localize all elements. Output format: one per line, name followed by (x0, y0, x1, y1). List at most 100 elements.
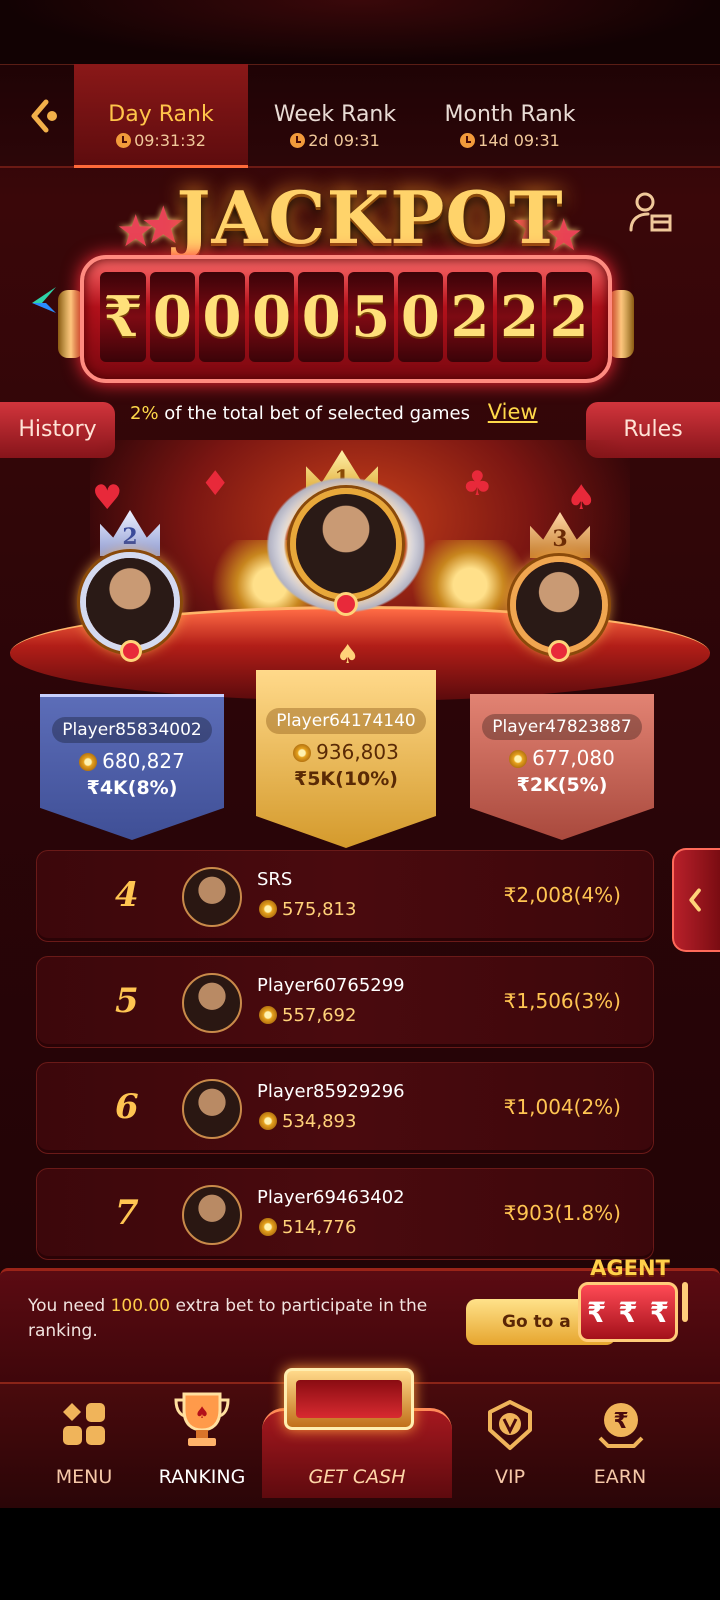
list-item[interactable]: 7 Player69463402 514,776 ₹903(1.8%) (36, 1168, 654, 1260)
player-prize: ₹4K(8%) (86, 777, 178, 799)
player-name: Player85834002 (52, 717, 212, 743)
tab-month-rank[interactable]: Month Rank 14d 09:31 (425, 64, 595, 168)
nav-ranking-label: RANKING (158, 1466, 246, 1488)
tab-week-rank-label: Week Rank (273, 102, 397, 127)
svg-text:♠: ♠ (195, 1403, 209, 1422)
jackpot-percent: 2% (130, 403, 159, 424)
nav-get-cash-label: GET CASH (308, 1466, 406, 1488)
podium-rank-number: 3 (552, 526, 568, 552)
coins-value: 557,692 (282, 1005, 357, 1026)
coins-value: 677,080 (532, 746, 615, 770)
list-item[interactable]: 6 Player85929296 534,893 ₹1,004(2%) (36, 1062, 654, 1154)
player-coins: 534,893 (259, 1111, 356, 1132)
clock-icon (116, 133, 132, 148)
jackpot-digit: 0 (248, 272, 295, 362)
participate-message: You need 100.00 extra bet to participate… (28, 1294, 448, 1344)
status-area (0, 0, 720, 64)
tab-month-rank-label: Month Rank (444, 102, 576, 127)
ruby-gem-icon (120, 640, 142, 662)
spade-suit-icon: ♠ (566, 478, 597, 518)
player-prize: ₹1,506(3%) (503, 989, 621, 1013)
player-coins: 575,813 (259, 899, 356, 920)
jackpot-digit: 0 (149, 272, 196, 362)
rank-number: 5 (115, 981, 139, 1021)
player-name: Player69463402 (257, 1187, 405, 1208)
nav-vip[interactable]: VIP (450, 1390, 570, 1500)
heart-suit-icon: ♥ (92, 478, 123, 518)
ruby-gem-icon (548, 640, 570, 662)
timer-text: 14d 09:31 (478, 131, 560, 150)
clock-icon (290, 133, 306, 148)
user-gift-icon[interactable] (628, 190, 674, 236)
nav-earn[interactable]: ₹ EARN (560, 1390, 680, 1500)
svg-text:₹: ₹ (613, 1409, 628, 1434)
agent-button[interactable]: ₹ ₹ ₹ (578, 1282, 678, 1342)
chevron-left-icon (689, 888, 701, 912)
player-coins: 680,827 (40, 749, 224, 773)
avatar (182, 867, 242, 927)
participate-prefix: You need (28, 1296, 106, 1316)
tab-day-rank-label: Day Rank (108, 102, 214, 127)
rupee-reel: ₹ (649, 1295, 670, 1329)
menu-grid-icon (63, 1403, 105, 1445)
player-coins: 514,776 (259, 1217, 356, 1238)
player-name: Player85929296 (257, 1081, 405, 1102)
avatar[interactable] (296, 494, 396, 594)
club-suit-icon: ♣ (462, 464, 493, 504)
player-name: SRS (257, 869, 293, 890)
jackpot-digit: 0 (397, 272, 444, 362)
slot-lever (682, 1282, 688, 1322)
jackpot-description: of the total bet of selected games (164, 403, 471, 424)
tab-month-rank-timer: 14d 09:31 (425, 131, 595, 150)
feather-logo-icon (32, 287, 56, 313)
coin-icon (293, 744, 312, 762)
earn-rupee-icon: ₹ (598, 1403, 644, 1448)
avatar[interactable] (86, 558, 174, 646)
rank-number: 4 (115, 875, 139, 915)
jackpot-digit: 2 (496, 272, 543, 362)
player-coins: 936,803 (256, 740, 436, 764)
player-name: Player47823887 (482, 714, 642, 740)
nav-vip-label: VIP (494, 1466, 526, 1488)
player-name: Player60765299 (257, 975, 405, 996)
jackpot-digit: ₹ (100, 272, 146, 362)
avatar (182, 1185, 242, 1245)
back-icon[interactable] (22, 94, 68, 140)
coins-value: 680,827 (102, 749, 185, 773)
player-prize: ₹903(1.8%) (503, 1201, 621, 1225)
view-link[interactable]: View (488, 400, 538, 424)
agent-label: AGENT (590, 1256, 670, 1280)
rank-number: 6 (115, 1087, 139, 1127)
tab-day-rank-timer: 09:31:32 (74, 131, 248, 150)
nav-earn-label: EARN (593, 1466, 647, 1488)
jackpot-digit: 2 (546, 272, 592, 362)
player-prize: ₹1,004(2%) (503, 1095, 621, 1119)
list-item[interactable]: 4 SRS 575,813 ₹2,008(4%) (36, 850, 654, 942)
player-coins: 677,080 (470, 746, 654, 770)
nav-ranking[interactable]: ♠ RANKING (142, 1390, 262, 1500)
tab-week-rank[interactable]: Week Rank 2d 09:31 (250, 64, 420, 168)
coins-value: 575,813 (282, 899, 357, 920)
avatar (182, 1079, 242, 1139)
nav-get-cash[interactable]: GET CASH (262, 1370, 452, 1500)
participate-amount: 100.00 (110, 1296, 171, 1316)
timer-text: 2d 09:31 (308, 131, 380, 150)
jackpot-info-text: 2% of the total bet of selected games Vi… (130, 400, 570, 424)
jackpot-digit: 0 (199, 272, 245, 362)
nav-menu[interactable]: MENU (24, 1390, 144, 1500)
vip-shield-icon (488, 1400, 532, 1450)
jackpot-digit: 5 (347, 272, 394, 362)
podium-rank-number: 2 (122, 524, 138, 550)
list-item[interactable]: 5 Player60765299 557,692 ₹1,506(3%) (36, 956, 654, 1048)
coin-icon (259, 1006, 277, 1024)
coin-icon (259, 1112, 277, 1130)
podium-card-rank-1[interactable]: Player64174140 936,803 ₹5K(10%) (256, 670, 436, 848)
side-drawer-toggle[interactable] (672, 848, 720, 952)
avatar (182, 973, 242, 1033)
coins-value: 514,776 (282, 1217, 357, 1238)
avatar[interactable] (516, 562, 602, 648)
spade-icon: ♠ (336, 640, 360, 670)
system-nav-area (0, 1508, 720, 1600)
tab-day-rank[interactable]: Day Rank 09:31:32 (74, 64, 248, 168)
coins-value: 534,893 (282, 1111, 357, 1132)
